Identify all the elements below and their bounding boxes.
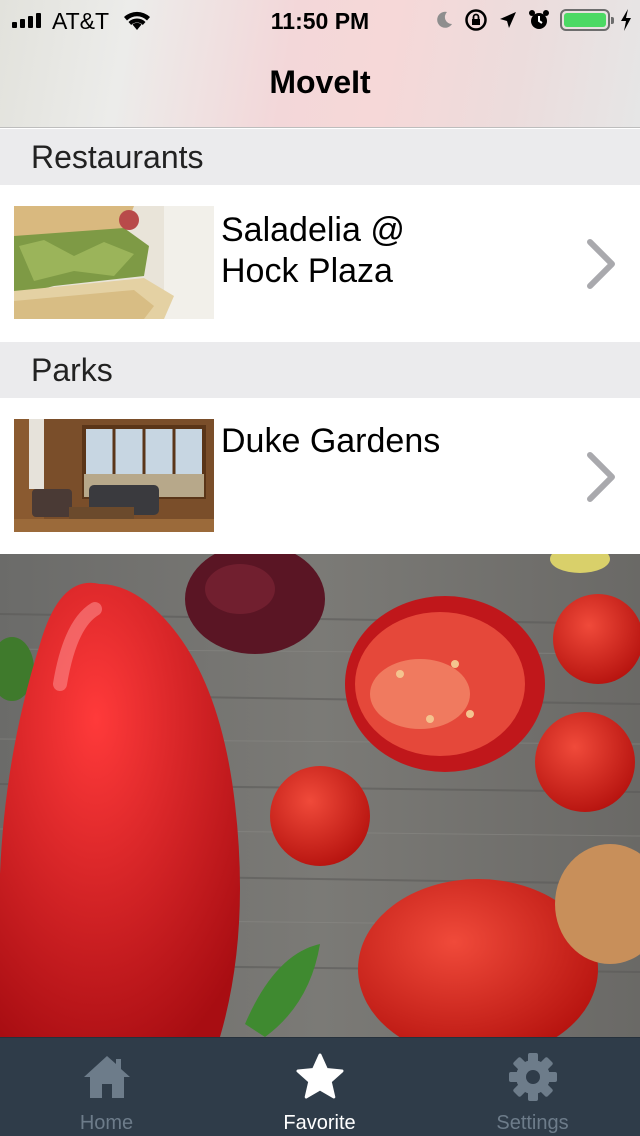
page-title: MoveIt xyxy=(269,64,371,100)
tab-label: Home xyxy=(79,1112,134,1134)
tab-label: Favorite xyxy=(283,1112,356,1134)
gear-icon xyxy=(509,1053,557,1101)
location-icon xyxy=(500,12,516,28)
section-title: Parks xyxy=(31,352,113,388)
vegetables-background-image xyxy=(0,554,640,1037)
row-title-line1: Duke Gardens xyxy=(221,422,441,460)
row-title-line2: Hock Plaza xyxy=(221,252,393,290)
tab-home[interactable]: Home xyxy=(0,1038,213,1136)
battery-icon xyxy=(560,9,614,31)
section-title: Restaurants xyxy=(31,139,204,175)
chevron-right-icon xyxy=(587,239,615,289)
row-title: Duke Gardens xyxy=(221,421,440,462)
status-icons xyxy=(434,7,632,33)
alarm-icon xyxy=(529,10,549,29)
tab-settings[interactable]: Settings xyxy=(426,1038,639,1136)
rotation-lock-icon xyxy=(465,9,487,31)
chevron-right-icon xyxy=(587,452,615,502)
row-title-line1: Saladelia @ xyxy=(221,211,405,249)
star-icon xyxy=(296,1053,344,1099)
row-title: Saladelia @ Hock Plaza xyxy=(221,210,405,292)
navigation-header: AT&T 11:50 PM MoveIt xyxy=(0,0,640,128)
list-item-saladelia[interactable]: Saladelia @ Hock Plaza xyxy=(0,185,640,342)
moon-icon xyxy=(437,11,452,28)
lodge-interior-photo xyxy=(14,419,214,532)
tab-bar: Home Favorite Settings xyxy=(0,1037,640,1136)
home-icon xyxy=(84,1056,130,1098)
status-bar: AT&T 11:50 PM xyxy=(0,0,640,40)
sandwich-photo xyxy=(14,206,214,319)
list-item-duke-gardens[interactable]: Duke Gardens xyxy=(0,398,640,555)
tab-favorite[interactable]: Favorite xyxy=(213,1038,426,1136)
tab-label: Settings xyxy=(496,1112,569,1134)
section-header-restaurants: Restaurants xyxy=(0,129,640,185)
section-header-parks: Parks xyxy=(0,342,640,398)
charging-bolt-icon xyxy=(621,9,631,31)
